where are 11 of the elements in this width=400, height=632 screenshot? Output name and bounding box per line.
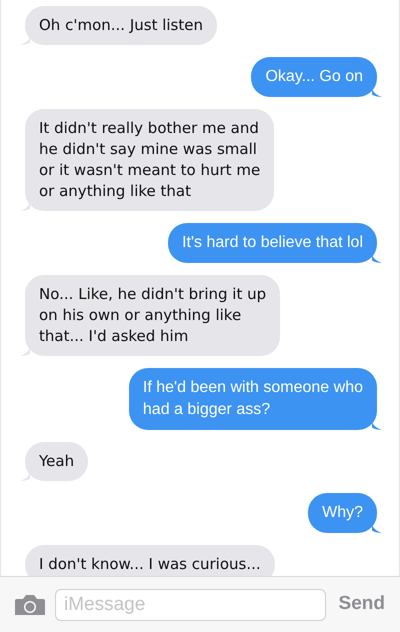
camera-icon[interactable] xyxy=(15,592,45,616)
message-bubble: It didn't really bother me and he didn't say mine was small or it wasn't meant to hurt me or anything like that xyxy=(25,109,274,211)
message-bubble: Oh c'mon... Just listen xyxy=(25,6,217,45)
message-bubble: Yeah xyxy=(25,442,88,481)
message-bubble: If he'd been with someone who had a bigger ass? xyxy=(128,368,377,430)
message-bubble: No... Like, he didn't bring it up on his own or anything like that... I'd asked him xyxy=(25,275,280,356)
message-bubble: It's hard to believe that lol xyxy=(168,223,377,263)
message-input[interactable]: iMessage xyxy=(55,588,326,620)
message-bubble: I don't know... I was curious... xyxy=(25,545,275,576)
message-bubble: Okay... Go on xyxy=(251,57,377,97)
message-bubble: Why? xyxy=(308,493,377,533)
